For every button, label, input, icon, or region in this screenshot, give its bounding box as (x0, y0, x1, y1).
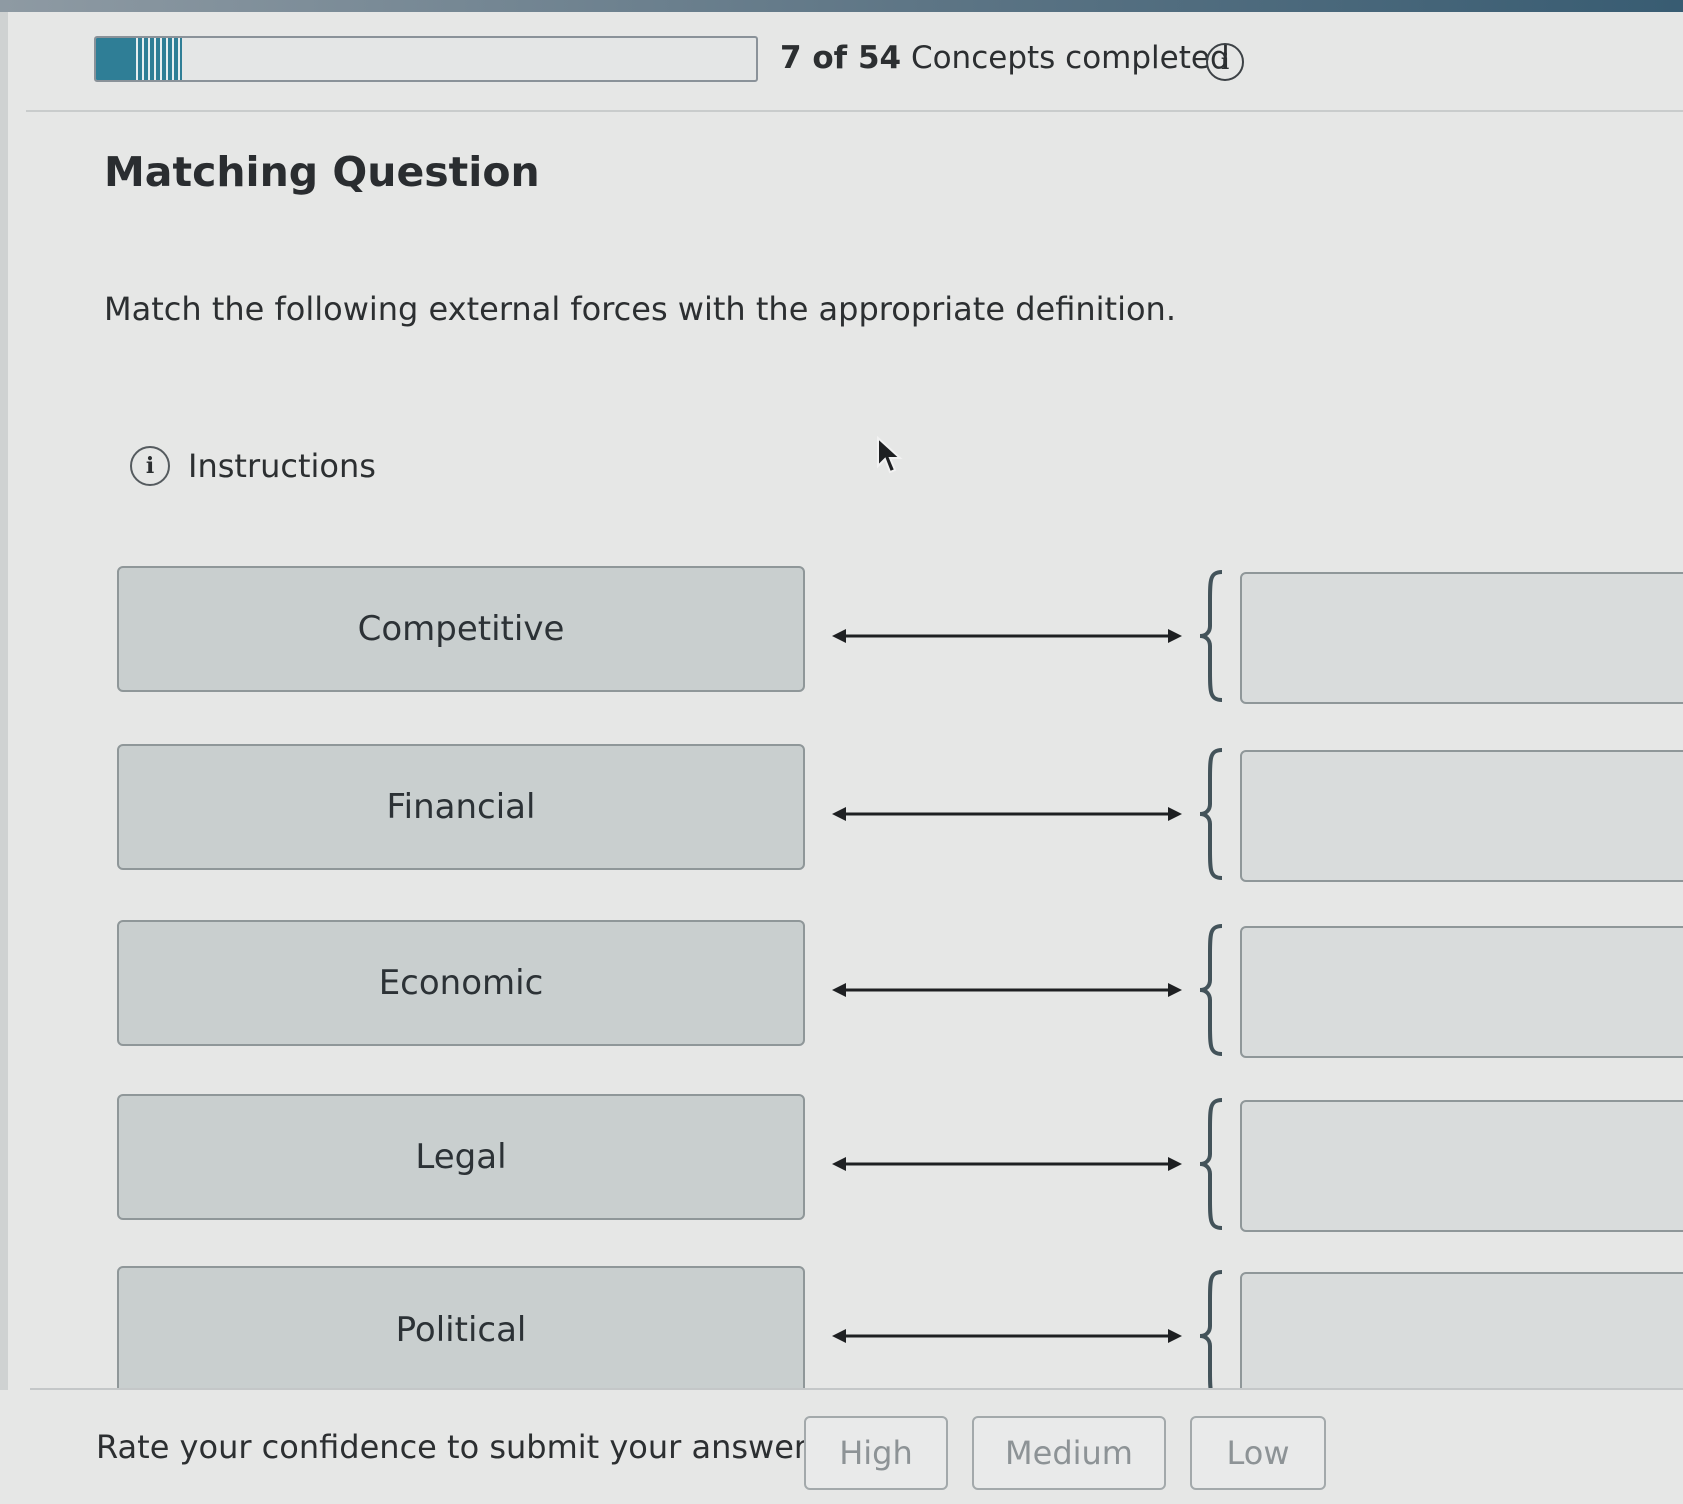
term-political[interactable]: Political (117, 1266, 805, 1394)
progress-count: 7 of 54 (780, 40, 902, 76)
term-financial[interactable]: Financial (117, 744, 805, 870)
footer-divider (30, 1388, 1683, 1390)
brace-icon (1199, 924, 1223, 1056)
term-legal[interactable]: Legal (117, 1094, 805, 1220)
progress-suffix: Concepts completed (901, 40, 1230, 76)
drop-target-2[interactable] (1240, 750, 1683, 882)
double-arrow-icon (832, 807, 1182, 821)
term-label: Political (395, 1310, 527, 1350)
progress-text: 7 of 54 Concepts completed (780, 40, 1230, 76)
drop-target-3[interactable] (1240, 926, 1683, 1058)
double-arrow-icon (832, 629, 1182, 643)
term-label: Financial (386, 787, 536, 827)
term-label: Legal (415, 1137, 507, 1177)
window-edge (0, 0, 8, 1504)
confidence-high-button[interactable]: High (804, 1416, 948, 1490)
term-label: Competitive (357, 609, 565, 649)
instructions-label: Instructions (188, 447, 376, 485)
info-icon: i (130, 446, 170, 486)
double-arrow-icon (832, 983, 1182, 997)
instructions-toggle[interactable]: i Instructions (130, 446, 376, 486)
term-label: Economic (378, 963, 544, 1003)
header-divider (26, 110, 1683, 112)
drop-target-5[interactable] (1240, 1272, 1683, 1404)
brace-icon (1199, 748, 1223, 880)
brace-icon (1199, 1098, 1223, 1230)
progress-bar (94, 36, 758, 82)
brace-icon (1199, 570, 1223, 702)
term-competitive[interactable]: Competitive (117, 566, 805, 692)
drop-target-4[interactable] (1240, 1100, 1683, 1232)
confidence-prompt: Rate your confidence to submit your answ… (96, 1428, 815, 1466)
confidence-low-button[interactable]: Low (1190, 1416, 1326, 1490)
double-arrow-icon (832, 1329, 1182, 1343)
progress-bar-fill (96, 38, 182, 80)
drop-target-1[interactable] (1240, 572, 1683, 704)
confidence-medium-button[interactable]: Medium (972, 1416, 1166, 1490)
top-bar (0, 0, 1683, 12)
page-title: Matching Question (104, 148, 540, 196)
term-economic[interactable]: Economic (117, 920, 805, 1046)
brace-icon (1199, 1270, 1223, 1402)
progress-bar-stripes (135, 38, 182, 80)
mouse-cursor-icon (877, 436, 903, 474)
double-arrow-icon (832, 1157, 1182, 1171)
question-prompt: Match the following external forces with… (104, 290, 1176, 328)
progress-info-icon[interactable]: i (1206, 43, 1244, 81)
